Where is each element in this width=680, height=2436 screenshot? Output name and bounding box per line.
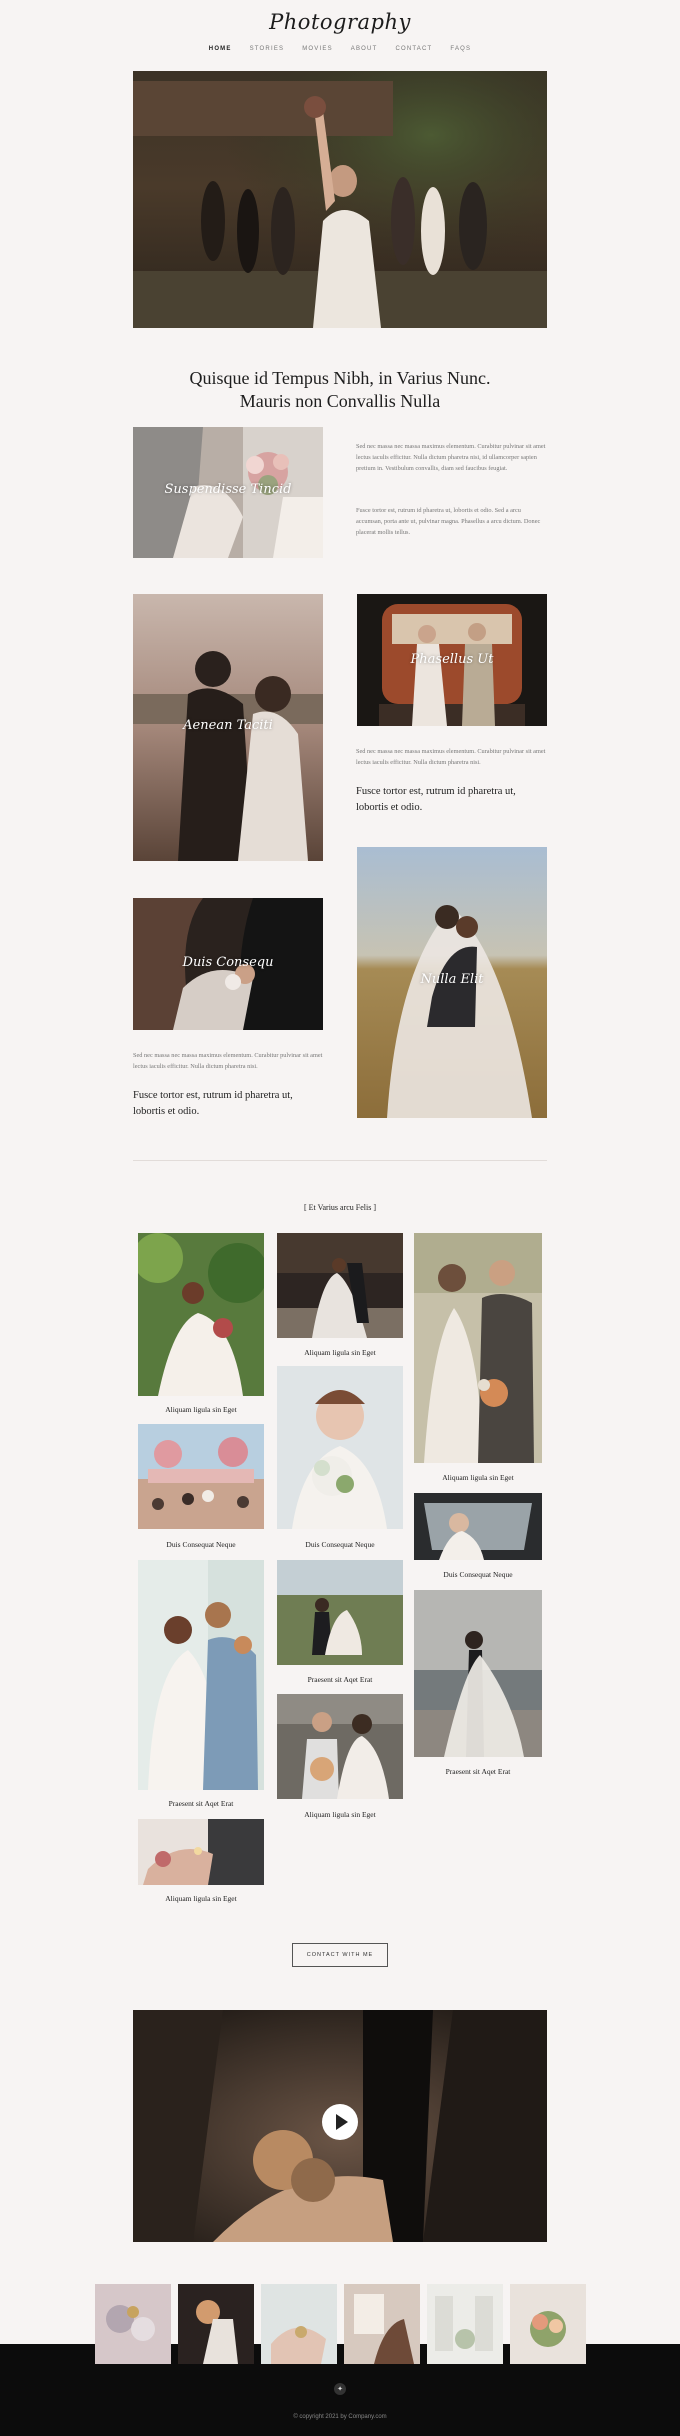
- story-title-4[interactable]: Duis Consequ: [133, 955, 323, 970]
- story-title-5[interactable]: Nulla Elit: [357, 972, 547, 987]
- story-bold-1: Fusce tortor est, rutrum id pharetra ut,…: [356, 786, 516, 813]
- contact-with-me-button[interactable]: CONTACT WITH ME: [292, 1943, 388, 1967]
- gallery-caption-2: Duis Consequat Neque: [166, 1540, 236, 1549]
- footer-photo-5[interactable]: [427, 2284, 503, 2364]
- gallery-caption-11: Praesent sit Aqet Erat: [445, 1767, 511, 1776]
- gallery-photo-9[interactable]: [414, 1233, 542, 1463]
- twitter-icon: ✦: [337, 2384, 343, 2393]
- nav-stories[interactable]: STORIES: [250, 46, 285, 52]
- gallery-caption-5: Aliquam ligula sin Eget: [304, 1348, 376, 1357]
- gallery-photo-7[interactable]: [277, 1560, 403, 1665]
- gallery-caption-9: Aliquam ligula sin Eget: [442, 1473, 514, 1482]
- gallery-caption-6: Duis Consequat Neque: [305, 1540, 375, 1549]
- story-title-3[interactable]: Phasellus Ut: [357, 652, 547, 667]
- story-title-1[interactable]: Suspendisse Tincid: [133, 482, 323, 497]
- footer-photo-1[interactable]: [95, 2284, 171, 2364]
- gallery-caption-1: Aliquam ligula sin Eget: [165, 1405, 237, 1414]
- gallery-caption-3: Praesent sit Aqet Erat: [168, 1799, 234, 1808]
- play-icon: [335, 2114, 348, 2130]
- nav-home[interactable]: HOME: [209, 46, 232, 52]
- section-divider: [133, 1160, 547, 1161]
- gallery-photo-10[interactable]: [414, 1493, 542, 1560]
- gallery-heading: [ Et Varius arcu Felis ]: [303, 1203, 377, 1212]
- twitter-button[interactable]: ✦: [334, 2383, 346, 2395]
- main-nav: HOME STORIES MOVIES ABOUT CONTACT FAQS: [0, 46, 680, 52]
- story-text-3: Sed nec massa nec massa maximus elementu…: [356, 748, 546, 766]
- footer-photo-4[interactable]: [344, 2284, 420, 2364]
- gallery-photo-8[interactable]: [277, 1694, 403, 1799]
- gallery-caption-4: Aliquam ligula sin Eget: [165, 1894, 237, 1903]
- copyright: © copyright 2021 by Company.com: [293, 2414, 387, 2420]
- hero-image: [133, 71, 547, 328]
- gallery-caption-10: Duis Consequat Neque: [443, 1570, 513, 1579]
- gallery-photo-11[interactable]: [414, 1590, 542, 1757]
- nav-faqs[interactable]: FAQS: [450, 46, 471, 52]
- gallery-photo-2[interactable]: [138, 1424, 264, 1529]
- story-text-1: Sed nec massa nec massa maximus elementu…: [356, 443, 546, 472]
- story-text-2: Fusce tortor est, rutrum id pharetra ut,…: [356, 507, 541, 536]
- story-bold-2: Fusce tortor est, rutrum id pharetra ut,…: [133, 1090, 293, 1117]
- nav-about[interactable]: ABOUT: [351, 46, 378, 52]
- story-title-2[interactable]: Aenean Taciti: [133, 718, 323, 733]
- intro-title-line2: Mauris non Convallis Nulla: [239, 391, 441, 411]
- gallery-photo-6[interactable]: [277, 1366, 403, 1529]
- gallery-photo-5[interactable]: [277, 1233, 403, 1338]
- footer-photo-3[interactable]: [261, 2284, 337, 2364]
- play-button[interactable]: [322, 2104, 358, 2140]
- gallery-photo-1[interactable]: [138, 1233, 264, 1396]
- intro-title-line1: Quisque id Tempus Nibh, in Varius Nunc.: [189, 368, 491, 388]
- gallery-caption-8: Aliquam ligula sin Eget: [304, 1810, 376, 1819]
- gallery-photo-4[interactable]: [138, 1819, 264, 1885]
- gallery-caption-7: Praesent sit Aqet Erat: [307, 1675, 373, 1684]
- footer-photo-6[interactable]: [510, 2284, 586, 2364]
- nav-movies[interactable]: MOVIES: [302, 46, 333, 52]
- site-logo[interactable]: Photography: [0, 10, 680, 34]
- footer-photo-2[interactable]: [178, 2284, 254, 2364]
- nav-contact[interactable]: CONTACT: [395, 46, 432, 52]
- gallery-photo-3[interactable]: [138, 1560, 264, 1790]
- story-text-4: Sed nec massa nec massa maximus elementu…: [133, 1052, 323, 1070]
